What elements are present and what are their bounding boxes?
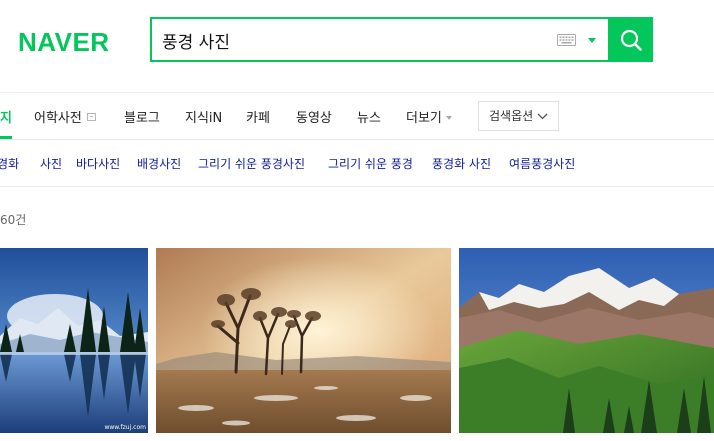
autocomplete-toggle-icon[interactable] [588, 38, 596, 43]
related-keyword[interactable]: 그리기 쉬운 풍경사진 [198, 155, 305, 172]
naver-logo[interactable]: NAVER [18, 27, 110, 58]
tab-label: 더보기 [406, 111, 442, 126]
related-keyword[interactable]: 바다사진 [76, 155, 120, 172]
related-keyword[interactable]: 배경사진 [137, 155, 181, 172]
search-input[interactable] [162, 27, 542, 53]
tab-label: 어학사전 [34, 111, 82, 126]
search-box [150, 17, 610, 62]
tab-images[interactable]: 지 [0, 107, 12, 126]
related-keywords: 풍경화 사진 바다사진 배경사진 그리기 쉬운 풍경사진 그리기 쉬운 풍경 풍… [0, 155, 714, 173]
divider [0, 186, 714, 187]
lake-reflection-image[interactable]: www.fzuj.com [0, 248, 148, 433]
new-window-icon [86, 113, 96, 121]
keyboard-icon[interactable] [557, 34, 576, 46]
tab-blog[interactable]: 블로그 [124, 107, 160, 126]
related-keyword[interactable]: 여름풍경사진 [509, 155, 575, 172]
tab-news[interactable]: 뉴스 [357, 107, 381, 126]
tab-kin[interactable]: 지식iN [185, 107, 222, 126]
search-options-label: 검색옵션 [489, 109, 534, 123]
related-keyword[interactable]: 사진 [40, 155, 62, 172]
result-count: 60건 [0, 213, 27, 227]
tab-cafe[interactable]: 카페 [246, 107, 270, 126]
related-keyword[interactable]: 그리기 쉬운 풍경 [328, 155, 413, 172]
autumn-trees-image[interactable] [156, 248, 451, 433]
tab-more[interactable]: 더보기 [406, 107, 452, 126]
search-tabs: 지 어학사전 블로그 지식iN 카페 동영상 뉴스 더보기 검색옵션 [0, 93, 714, 139]
tab-dictionary[interactable]: 어학사전 [34, 107, 96, 126]
search-button[interactable] [608, 17, 653, 62]
related-keyword[interactable]: 풍경화 사진 [432, 155, 491, 172]
tab-video[interactable]: 동영상 [296, 107, 332, 126]
search-options-button[interactable]: 검색옵션 [478, 101, 559, 131]
mountain-meadow-image[interactable] [459, 248, 714, 433]
related-keyword[interactable]: 풍경화 [0, 155, 19, 172]
image-watermark: www.fzuj.com [104, 424, 146, 431]
search-icon [620, 29, 642, 51]
caret-down-icon [445, 116, 452, 120]
divider [0, 139, 714, 140]
chevron-down-icon [537, 113, 548, 120]
